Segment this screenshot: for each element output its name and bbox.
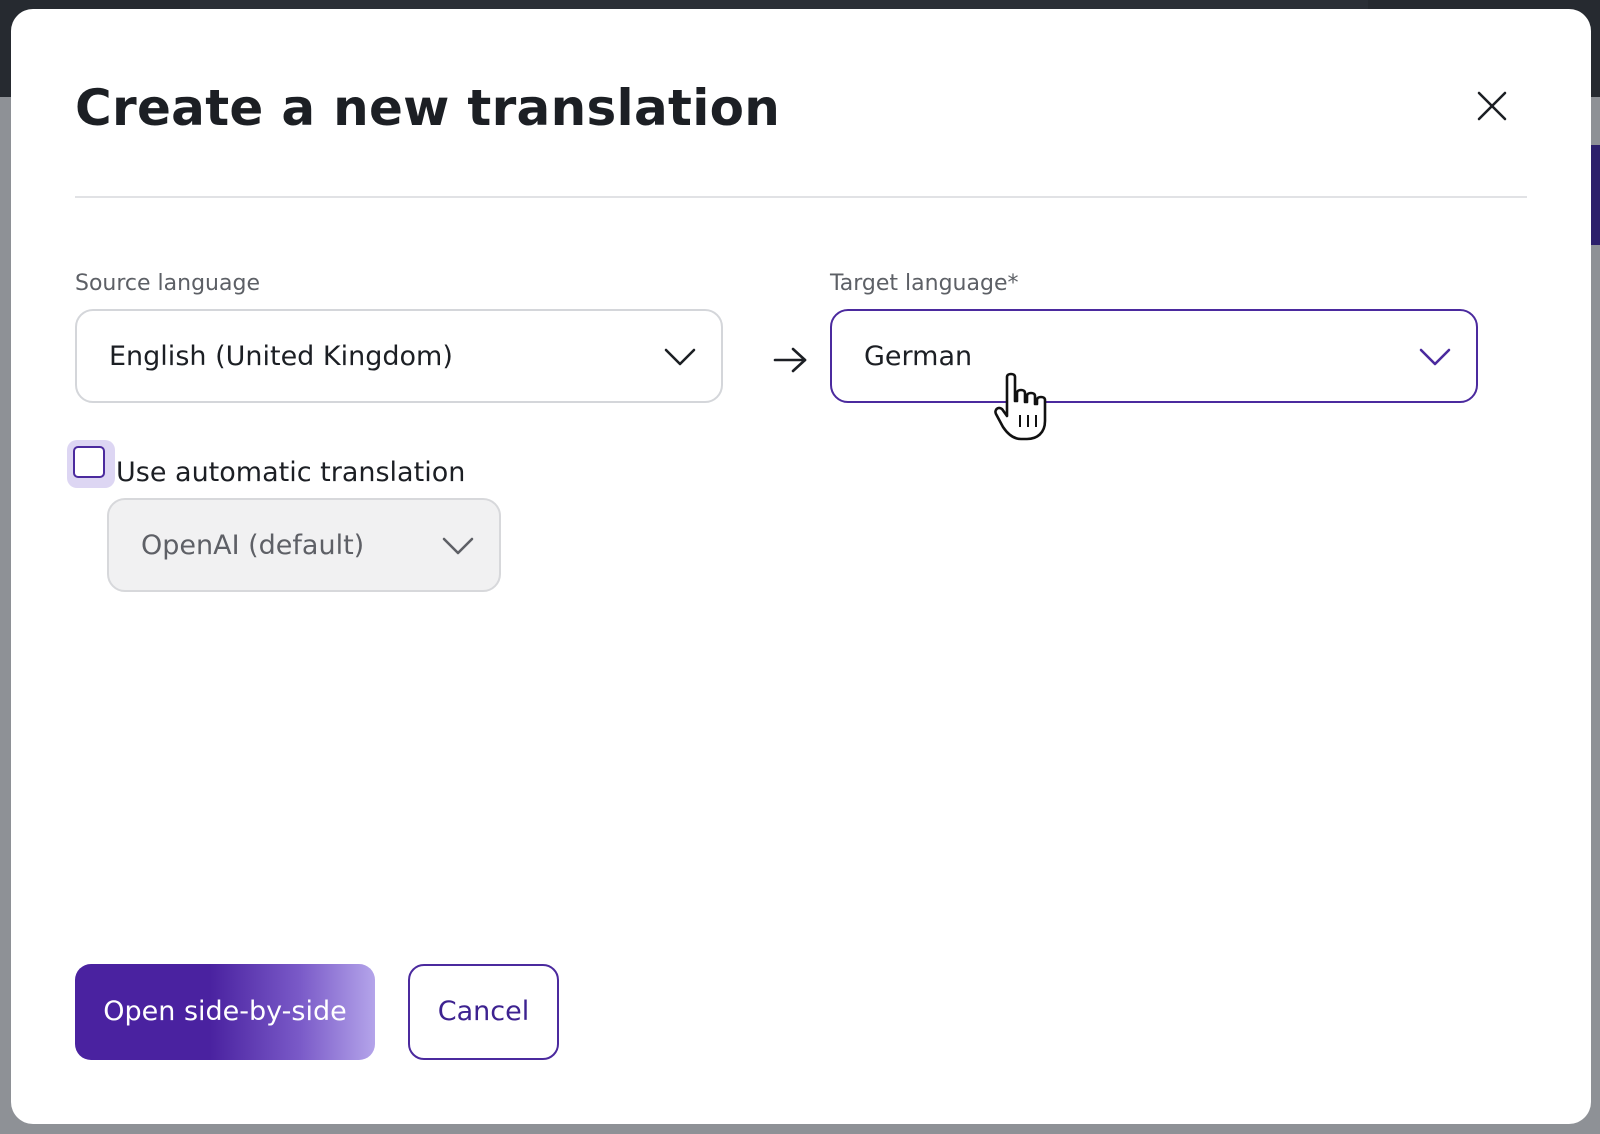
translation-engine-select[interactable]: OpenAI (default): [107, 498, 501, 592]
target-language-label: Target language*: [830, 271, 1019, 296]
translation-engine-value: OpenAI (default): [141, 530, 365, 561]
chevron-down-icon: [1419, 348, 1451, 366]
source-language-label: Source language: [75, 271, 260, 296]
source-language-value: English (United Kingdom): [109, 341, 453, 372]
cancel-button[interactable]: Cancel: [408, 964, 559, 1060]
chevron-down-icon: [664, 348, 696, 366]
open-side-by-side-button[interactable]: Open side-by-side: [75, 964, 375, 1060]
chevron-down-icon: [442, 537, 474, 555]
dialog-title: Create a new translation: [75, 79, 781, 137]
automatic-translation-label[interactable]: Use automatic translation: [116, 457, 465, 488]
target-language-value: German: [864, 341, 973, 372]
automatic-translation-checkbox[interactable]: [67, 440, 115, 488]
target-language-select[interactable]: German: [830, 309, 1478, 403]
create-translation-dialog: Create a new translation Source language…: [11, 9, 1591, 1124]
arrow-right-icon: [773, 347, 807, 373]
close-icon: [1477, 91, 1507, 121]
source-language-select[interactable]: English (United Kingdom): [75, 309, 723, 403]
close-button[interactable]: [1471, 85, 1513, 127]
checkbox-box: [73, 446, 105, 478]
header-divider: [75, 196, 1527, 198]
